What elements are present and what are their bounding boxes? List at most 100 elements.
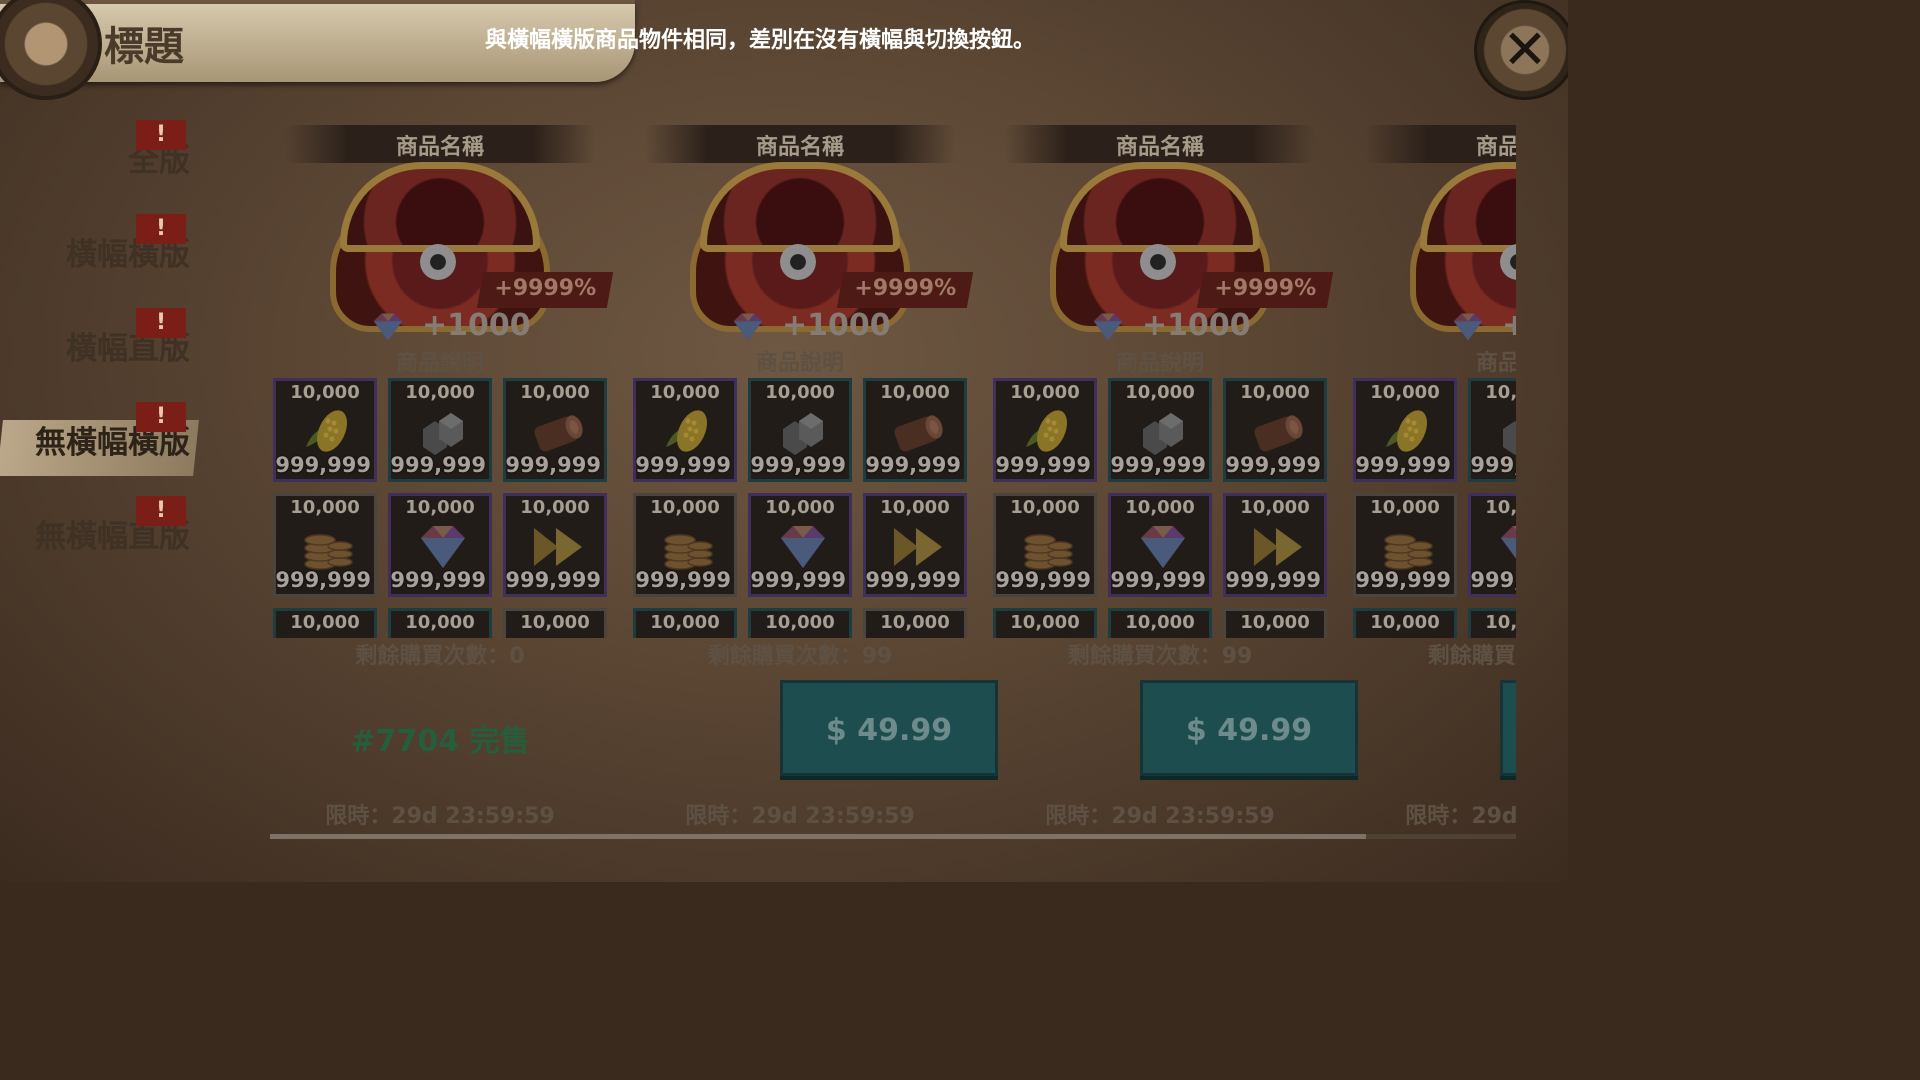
reward-item[interactable]: 10,000 999,999 <box>1108 493 1212 597</box>
time-limit: 限時：29d 23:59:59 <box>1405 804 1516 829</box>
reward-count: 999,999 <box>505 568 601 592</box>
gem-amount: +1000 <box>782 308 891 343</box>
reward-item[interactable]: 10,000 999,999 <box>388 378 492 482</box>
reward-count: 999,999 <box>635 568 731 592</box>
buy-button[interactable]: $ 49.99 <box>780 680 998 776</box>
alert-badge-icon: ! <box>136 496 186 526</box>
reward-item[interactable]: 10,000 999,999 <box>1223 378 1327 482</box>
reward-item[interactable]: 10,000 999,999 <box>1353 378 1457 482</box>
chest-lock-icon <box>1140 244 1176 280</box>
reward-quantity: 10,000 <box>405 382 475 403</box>
reward-item[interactable]: 10,000 <box>748 608 852 638</box>
gem-amount: +1000 <box>1502 308 1516 343</box>
reward-item[interactable]: 10,000 999,999 <box>1223 493 1327 597</box>
sidebar-item-1[interactable]: 橫幅橫版! <box>0 214 200 274</box>
reward-item[interactable]: 10,000 <box>503 608 607 638</box>
product-description: 商品說明 <box>395 351 484 376</box>
reward-quantity: 10,000 <box>520 612 590 633</box>
corn-icon <box>1020 407 1076 457</box>
reward-item[interactable]: 10,000 999,999 <box>1468 378 1516 482</box>
product-name-bar: 商品名稱 <box>1005 125 1315 163</box>
reward-item[interactable]: 10,000 999,999 <box>1108 378 1212 482</box>
reward-item[interactable]: 10,000 999,999 <box>993 378 1097 482</box>
reward-item[interactable]: 10,000 <box>273 608 377 638</box>
reward-item[interactable]: 10,000 999,999 <box>748 378 852 482</box>
reward-quantity: 10,000 <box>1010 612 1080 633</box>
chest-lock-icon <box>420 244 456 280</box>
reward-grid: 10,000999,99910,000999,99910,000999,9991… <box>1353 378 1516 638</box>
reward-item[interactable]: 10,000 999,999 <box>633 493 737 597</box>
diamond-icon <box>370 310 406 346</box>
reward-quantity: 10,000 <box>765 497 835 518</box>
reward-item[interactable]: 10,000 <box>1108 608 1212 638</box>
reward-quantity: 10,000 <box>880 612 950 633</box>
product-list[interactable]: 商品名稱 +9999% +1000 商品說明 10,000 999,999 10,000 99… <box>270 120 1516 840</box>
gem-icon <box>1135 522 1191 572</box>
reward-item[interactable]: 10,000 999,999 <box>388 493 492 597</box>
reward-item[interactable]: 10,000 999,999 <box>633 378 737 482</box>
sidebar-item-2[interactable]: 橫幅直版! <box>0 308 200 368</box>
close-button[interactable]: ✕ <box>1474 0 1568 100</box>
sidebar-item-0[interactable]: 全版! <box>0 120 200 180</box>
time-limit: 限時：29d 23:59:59 <box>325 804 555 829</box>
product-name: 商品名稱 <box>755 135 844 160</box>
reward-item[interactable]: 10,000 999,999 <box>993 493 1097 597</box>
reward-item[interactable]: 10,000 <box>993 608 1097 638</box>
reward-quantity: 10,000 <box>1370 612 1440 633</box>
reward-item[interactable]: 10,000 999,999 <box>503 493 607 597</box>
product-name-bar: 商品名稱 <box>645 125 955 163</box>
reward-item[interactable]: 10,000 <box>633 608 737 638</box>
stone-icon <box>1495 407 1516 457</box>
sold-out-label: #7704 完售 <box>350 724 530 759</box>
reward-quantity: 10,000 <box>880 382 950 403</box>
reward-quantity: 10,000 <box>1370 497 1440 518</box>
reward-item[interactable]: 10,000 <box>1353 608 1457 638</box>
buy-button[interactable]: $ 49.99 <box>1500 680 1516 776</box>
reward-count: 999,999 <box>275 453 371 477</box>
sidebar-item-3[interactable]: 無橫幅橫版! <box>0 402 200 476</box>
reward-item[interactable]: 10,000 <box>1223 608 1327 638</box>
gem-icon <box>415 522 471 572</box>
reward-item[interactable]: 10,000 999,999 <box>1468 493 1516 597</box>
product-name-bar: 商品名稱 <box>1365 125 1516 163</box>
bonus-tag: +9999% <box>476 272 614 308</box>
alert-badge-icon: ! <box>136 214 186 244</box>
reward-item[interactable]: 10,000 999,999 <box>273 493 377 597</box>
reward-item[interactable]: 10,000 999,999 <box>863 493 967 597</box>
corn-icon <box>300 407 356 457</box>
close-icon: ✕ <box>1502 18 1548 81</box>
gem-icon <box>1495 522 1516 572</box>
reward-count: 999,999 <box>1110 568 1206 592</box>
product-name: 商品名稱 <box>1475 135 1516 160</box>
gem-amount: +1000 <box>1142 308 1251 343</box>
buy-button[interactable]: $ 49.99 <box>1140 680 1358 776</box>
corn-icon <box>1380 407 1436 457</box>
product-card: 商品名稱 +9999% +1000 商品說明 10,000 999,999 10,000 99… <box>270 120 614 840</box>
product-card: 商品名稱 +9999% +1000 商品說明 10,000 999,999 10,000 99… <box>630 120 998 840</box>
reward-item[interactable]: 10,000 <box>1468 608 1516 638</box>
scrollbar-thumb[interactable] <box>270 834 1366 839</box>
sidebar-item-4[interactable]: 無橫幅直版! <box>0 496 200 556</box>
coins-icon <box>300 522 356 572</box>
reward-item[interactable]: 10,000 <box>863 608 967 638</box>
compass-emblem-icon <box>0 0 102 100</box>
reward-item[interactable]: 10,000 999,999 <box>503 378 607 482</box>
reward-quantity: 10,000 <box>405 612 475 633</box>
remaining-purchases: 剩餘購買次數：0 <box>355 644 525 669</box>
reward-quantity: 10,000 <box>1125 612 1195 633</box>
reward-item[interactable]: 10,000 <box>388 608 492 638</box>
reward-item[interactable]: 10,000 999,999 <box>748 493 852 597</box>
reward-quantity: 10,000 <box>1240 382 1310 403</box>
reward-count: 999,999 <box>505 453 601 477</box>
speedup-icon <box>530 522 586 572</box>
reward-count: 999,999 <box>1225 568 1321 592</box>
reward-item[interactable]: 10,000 999,999 <box>1353 493 1457 597</box>
reward-grid: 10,000999,99910,000999,99910,000999,9991… <box>273 378 613 638</box>
reward-count: 999,999 <box>750 568 846 592</box>
alert-badge-icon: ! <box>136 402 186 432</box>
time-limit: 限時：29d 23:59:59 <box>685 804 915 829</box>
reward-quantity: 10,000 <box>650 612 720 633</box>
reward-item[interactable]: 10,000 999,999 <box>273 378 377 482</box>
reward-item[interactable]: 10,000 999,999 <box>863 378 967 482</box>
chest-lid <box>1420 162 1516 252</box>
